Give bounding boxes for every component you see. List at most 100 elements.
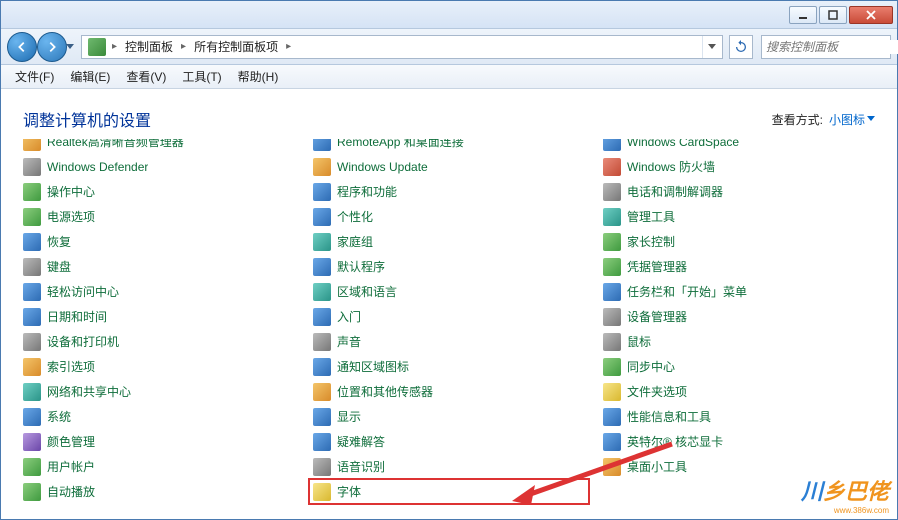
menu-view[interactable]: 查看(V) <box>118 66 174 88</box>
item-power[interactable]: 电源选项 <box>19 204 299 229</box>
menu-edit[interactable]: 编辑(E) <box>62 66 118 88</box>
item-label[interactable]: 键盘 <box>47 258 71 275</box>
item-label[interactable]: 英特尔® 核芯显卡 <box>627 433 723 450</box>
item-label[interactable]: 通知区域图标 <box>337 358 409 375</box>
item-remoteapp[interactable]: RemoteApp 和桌面连接 <box>309 139 589 154</box>
item-label[interactable]: 设备管理器 <box>627 308 687 325</box>
item-label[interactable]: 疑难解答 <box>337 433 385 450</box>
item-programs[interactable]: 程序和功能 <box>309 179 589 204</box>
item-credentials[interactable]: 凭据管理器 <box>599 254 879 279</box>
view-mode-dropdown[interactable]: 小图标 <box>829 111 875 128</box>
item-label[interactable]: 恢复 <box>47 233 71 250</box>
item-speech[interactable]: 语音识别 <box>309 454 589 479</box>
item-gadgets[interactable]: 桌面小工具 <box>599 454 879 479</box>
item-admin-tools[interactable]: 管理工具 <box>599 204 879 229</box>
breadcrumb-control-panel[interactable]: 控制面板 <box>119 36 179 58</box>
item-label[interactable]: 个性化 <box>337 208 373 225</box>
item-sync[interactable]: 同步中心 <box>599 354 879 379</box>
chevron-right-icon[interactable]: ▸ <box>179 41 188 52</box>
item-phone-modem[interactable]: 电话和调制解调器 <box>599 179 879 204</box>
item-devices-printers[interactable]: 设备和打印机 <box>19 329 299 354</box>
item-label[interactable]: 桌面小工具 <box>627 458 687 475</box>
maximize-button[interactable] <box>819 6 847 24</box>
item-label[interactable]: 设备和打印机 <box>47 333 119 350</box>
item-mouse[interactable]: 鼠标 <box>599 329 879 354</box>
item-label[interactable]: 操作中心 <box>47 183 95 200</box>
item-intel-graphics[interactable]: 英特尔® 核芯显卡 <box>599 429 879 454</box>
item-label[interactable]: 任务栏和「开始」菜单 <box>627 283 747 300</box>
menu-tools[interactable]: 工具(T) <box>174 66 229 88</box>
item-label[interactable]: 鼠标 <box>627 333 651 350</box>
item-action-center[interactable]: 操作中心 <box>19 179 299 204</box>
item-performance[interactable]: 性能信息和工具 <box>599 404 879 429</box>
item-label[interactable]: 程序和功能 <box>337 183 397 200</box>
item-ease-of-access[interactable]: 轻松访问中心 <box>19 279 299 304</box>
item-label[interactable]: 日期和时间 <box>47 308 107 325</box>
item-label[interactable]: 管理工具 <box>627 208 675 225</box>
item-label[interactable]: 网络和共享中心 <box>47 383 131 400</box>
refresh-button[interactable] <box>729 35 753 59</box>
menu-help[interactable]: 帮助(H) <box>230 66 287 88</box>
item-realtek-audio[interactable]: Realtek高清晰音频管理器 <box>19 139 299 154</box>
menu-file[interactable]: 文件(F) <box>7 66 62 88</box>
item-cardspace[interactable]: Windows CardSpace <box>599 139 879 154</box>
item-label[interactable]: 区域和语言 <box>337 283 397 300</box>
item-label[interactable]: 声音 <box>337 333 361 350</box>
item-label[interactable]: RemoteApp 和桌面连接 <box>337 139 464 150</box>
item-troubleshoot[interactable]: 疑难解答 <box>309 429 589 454</box>
item-display[interactable]: 显示 <box>309 404 589 429</box>
item-label[interactable]: 显示 <box>337 408 361 425</box>
item-getting-started[interactable]: 入门 <box>309 304 589 329</box>
search-input[interactable] <box>762 40 898 54</box>
item-label[interactable]: 颜色管理 <box>47 433 95 450</box>
item-network[interactable]: 网络和共享中心 <box>19 379 299 404</box>
item-user-accounts[interactable]: 用户帐户 <box>19 454 299 479</box>
item-label[interactable]: 系统 <box>47 408 71 425</box>
item-label[interactable]: Windows 防火墙 <box>627 158 715 175</box>
back-button[interactable] <box>7 32 37 62</box>
item-indexing[interactable]: 索引选项 <box>19 354 299 379</box>
item-sound[interactable]: 声音 <box>309 329 589 354</box>
item-label[interactable]: Windows Defender <box>47 160 148 174</box>
item-label[interactable]: 文件夹选项 <box>627 383 687 400</box>
address-dropdown[interactable] <box>702 36 720 58</box>
item-label[interactable]: Realtek高清晰音频管理器 <box>47 139 184 150</box>
item-label[interactable]: 性能信息和工具 <box>627 408 711 425</box>
item-label[interactable]: Windows Update <box>337 160 428 174</box>
nav-history-dropdown[interactable] <box>63 38 77 56</box>
item-parental[interactable]: 家长控制 <box>599 229 879 254</box>
item-update[interactable]: Windows Update <box>309 154 589 179</box>
item-label[interactable]: 语音识别 <box>337 458 385 475</box>
item-system[interactable]: 系统 <box>19 404 299 429</box>
item-label[interactable]: 位置和其他传感器 <box>337 383 433 400</box>
address-bar[interactable]: ▸ 控制面板 ▸ 所有控制面板项 ▸ <box>81 35 723 59</box>
item-location[interactable]: 位置和其他传感器 <box>309 379 589 404</box>
item-firewall[interactable]: Windows 防火墙 <box>599 154 879 179</box>
minimize-button[interactable] <box>789 6 817 24</box>
item-label[interactable]: 同步中心 <box>627 358 675 375</box>
item-datetime[interactable]: 日期和时间 <box>19 304 299 329</box>
item-label[interactable]: 家长控制 <box>627 233 675 250</box>
close-button[interactable] <box>849 6 893 24</box>
item-label[interactable]: 电源选项 <box>47 208 95 225</box>
item-defender[interactable]: Windows Defender <box>19 154 299 179</box>
item-notification[interactable]: 通知区域图标 <box>309 354 589 379</box>
chevron-right-icon[interactable]: ▸ <box>284 41 293 52</box>
item-default-programs[interactable]: 默认程序 <box>309 254 589 279</box>
item-recovery[interactable]: 恢复 <box>19 229 299 254</box>
item-fonts[interactable]: 字体 <box>309 479 589 504</box>
item-color[interactable]: 颜色管理 <box>19 429 299 454</box>
item-label[interactable]: 入门 <box>337 308 361 325</box>
item-label[interactable]: 默认程序 <box>337 258 385 275</box>
item-taskbar[interactable]: 任务栏和「开始」菜单 <box>599 279 879 304</box>
item-label[interactable]: 电话和调制解调器 <box>627 183 723 200</box>
breadcrumb-all-items[interactable]: 所有控制面板项 <box>188 36 284 58</box>
item-label[interactable]: 字体 <box>337 483 361 500</box>
item-label[interactable]: 自动播放 <box>47 483 95 500</box>
item-region-lang[interactable]: 区域和语言 <box>309 279 589 304</box>
item-autoplay[interactable]: 自动播放 <box>19 479 299 504</box>
item-homegroup[interactable]: 家庭组 <box>309 229 589 254</box>
item-personalize[interactable]: 个性化 <box>309 204 589 229</box>
search-box[interactable] <box>761 35 891 59</box>
item-label[interactable]: 用户帐户 <box>47 458 95 475</box>
